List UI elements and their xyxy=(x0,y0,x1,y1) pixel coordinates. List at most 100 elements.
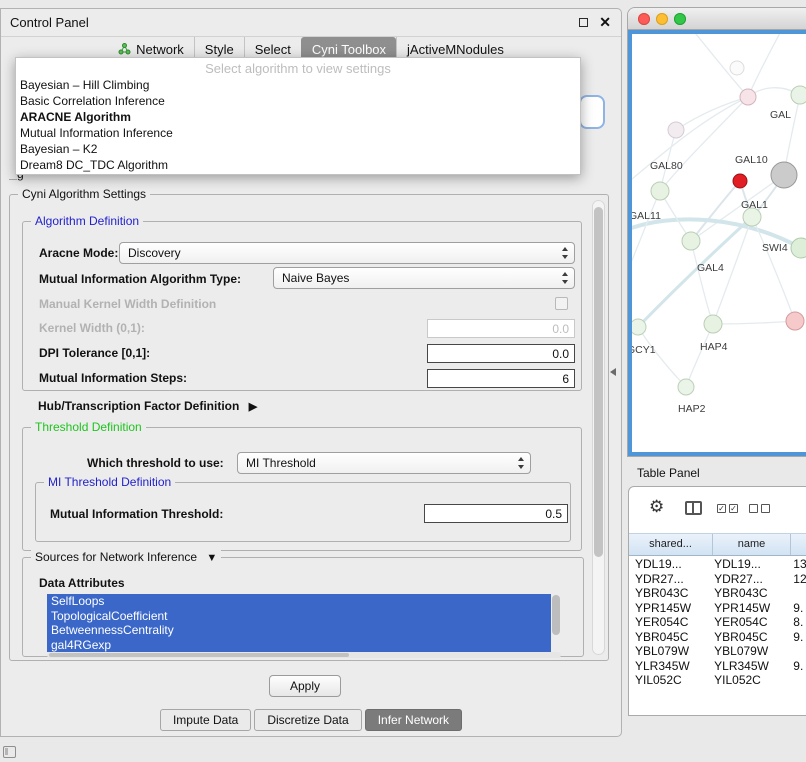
table-row[interactable]: YLR345WYLR345W9. xyxy=(629,659,806,674)
close-window-icon[interactable] xyxy=(638,13,650,25)
network-node[interactable] xyxy=(651,182,669,200)
table-cell: YDR27... xyxy=(712,572,789,587)
table-row[interactable]: YBR045CYBR045C9. xyxy=(629,630,806,645)
settings-scrollbar-thumb[interactable] xyxy=(594,207,603,557)
attribute-list-hscrollbar-thumb[interactable] xyxy=(49,653,349,657)
gear-icon[interactable]: ⚙ xyxy=(649,497,664,517)
network-svg: GALGAL80GAL10GAL11GAL1SWI4GAL4GCY1HAP4HA… xyxy=(632,34,806,452)
screen: Control Panel ✕ Network Style Select Cyn… xyxy=(0,0,806,762)
kernel-width-input[interactable] xyxy=(427,319,575,338)
attribute-list-item[interactable]: gal4RGexp xyxy=(47,638,561,653)
mi-algorithm-type-select[interactable]: Naive Bayes xyxy=(273,267,575,289)
algorithm-option[interactable]: ARACNE Algorithm xyxy=(16,109,580,125)
table-row[interactable]: YPR145WYPR145W9. xyxy=(629,601,806,616)
network-node[interactable] xyxy=(730,61,744,75)
checkbox-checked-icon: ✓ xyxy=(729,504,738,513)
hub-section-label: Hub/Transcription Factor Definition xyxy=(38,399,239,413)
close-icon[interactable]: ✕ xyxy=(599,14,611,31)
group-title: Threshold Definition xyxy=(31,420,146,434)
mi-threshold-input[interactable] xyxy=(424,504,568,523)
table-cell: YLR345W xyxy=(629,659,712,674)
attribute-list-item[interactable]: BetweennessCentrality xyxy=(47,623,561,638)
tab-impute-data[interactable]: Impute Data xyxy=(160,709,251,731)
unchecked-boxes-icon[interactable] xyxy=(749,504,770,513)
checked-boxes-icon[interactable]: ✓ ✓ xyxy=(717,504,738,513)
network-node[interactable] xyxy=(791,86,806,104)
network-node[interactable] xyxy=(771,162,797,188)
table-header: shared... name xyxy=(629,533,806,556)
zoom-window-icon[interactable] xyxy=(674,13,686,25)
table-cell: YBR043C xyxy=(712,586,789,601)
table-cell: YBL079W xyxy=(629,644,712,659)
hub-transcription-factor-section[interactable]: Hub/Transcription Factor Definition ▶ xyxy=(38,399,257,413)
table-cell: YBL079W xyxy=(712,644,789,659)
column-header-name[interactable]: name xyxy=(713,534,791,555)
tab-discretize-data[interactable]: Discretize Data xyxy=(254,709,361,731)
algorithm-option[interactable]: Bayesian – Hill Climbing xyxy=(16,77,580,93)
attribute-list-item[interactable]: SelfLoops xyxy=(47,594,561,609)
network-node[interactable] xyxy=(791,238,806,258)
tab-label: Select xyxy=(255,42,291,57)
table-row[interactable]: YBL079WYBL079W xyxy=(629,644,806,659)
apply-button[interactable]: Apply xyxy=(269,675,341,697)
network-node[interactable] xyxy=(733,174,747,188)
which-threshold-select[interactable]: MI Threshold xyxy=(237,452,531,474)
network-node-label: GAL80 xyxy=(650,160,683,172)
table-body: YDL19...YDL19...13YDR27...YDR27...12YBR0… xyxy=(629,557,806,715)
algorithm-option[interactable]: Mutual Information Inference xyxy=(16,125,580,141)
tab-infer-network[interactable]: Infer Network xyxy=(365,709,462,731)
spinner-up-icon xyxy=(562,247,568,251)
network-node[interactable] xyxy=(740,89,756,105)
attribute-list-scrollbar-thumb[interactable] xyxy=(552,595,560,635)
table-cell: YIL052C xyxy=(712,673,789,688)
attribute-list-scrollbar[interactable] xyxy=(551,594,561,652)
network-node[interactable] xyxy=(682,232,700,250)
mi-steps-input[interactable] xyxy=(427,369,575,388)
group-title: Cyni Algorithm Settings xyxy=(18,187,150,201)
network-node[interactable] xyxy=(704,315,722,333)
network-window-titlebar[interactable] xyxy=(628,8,806,30)
column-header-shared-name[interactable]: shared... xyxy=(629,534,713,555)
attribute-list-hscrollbar[interactable] xyxy=(47,652,561,658)
float-panel-icon[interactable] xyxy=(579,18,588,27)
dock-panel-icon[interactable] xyxy=(3,746,16,758)
table-row[interactable]: YDL19...YDL19...13 xyxy=(629,557,806,572)
algorithm-select-popup: Select algorithm to view settings Bayesi… xyxy=(15,57,581,175)
table-cell: YDL19... xyxy=(629,557,712,572)
group-title: Algorithm Definition xyxy=(31,214,143,228)
minimize-window-icon[interactable] xyxy=(656,13,668,25)
network-node[interactable] xyxy=(632,319,646,335)
spinner-up-icon xyxy=(562,272,568,276)
control-panel-window: Control Panel ✕ Network Style Select Cyn… xyxy=(0,8,622,737)
table-row[interactable]: YBR043CYBR043C xyxy=(629,586,806,601)
manual-kernel-width-checkbox[interactable] xyxy=(555,297,568,310)
aracne-mode-select[interactable]: Discovery xyxy=(119,242,575,264)
dpi-tolerance-input[interactable] xyxy=(427,344,575,363)
column-header-clipped[interactable] xyxy=(791,534,806,555)
kernel-width-label: Kernel Width (0,1): xyxy=(39,317,145,339)
mi-threshold-definition-group: MI Threshold Definition Mutual Informati… xyxy=(35,482,571,542)
columns-icon[interactable] xyxy=(685,501,702,515)
algorithm-option[interactable]: Dream8 DC_TDC Algorithm xyxy=(16,157,580,173)
settings-scrollbar[interactable] xyxy=(592,200,605,655)
table-cell xyxy=(789,673,806,688)
network-node[interactable] xyxy=(786,312,804,330)
network-node[interactable] xyxy=(668,122,684,138)
network-view-window: GALGAL80GAL10GAL11GAL1SWI4GAL4GCY1HAP4HA… xyxy=(628,8,806,456)
panel-title: Control Panel xyxy=(10,15,89,30)
table-row[interactable]: YIL052CYIL052C xyxy=(629,673,806,688)
network-node[interactable] xyxy=(678,379,694,395)
split-collapse-arrow[interactable] xyxy=(610,368,616,376)
checkbox-unchecked-icon xyxy=(761,504,770,513)
tab-label: Network xyxy=(136,42,184,57)
sources-group-title[interactable]: Sources for Network Inference ▼ xyxy=(31,550,221,564)
network-canvas[interactable]: GALGAL80GAL10GAL11GAL1SWI4GAL4GCY1HAP4HA… xyxy=(628,30,806,456)
bottom-tabbar: Impute Data Discretize Data Infer Networ… xyxy=(1,709,621,731)
network-node-label: HAP2 xyxy=(678,403,706,415)
attribute-list-item[interactable]: TopologicalCoefficient xyxy=(47,609,561,624)
algorithm-option[interactable]: Basic Correlation Inference xyxy=(16,93,580,109)
table-row[interactable]: YDR27...YDR27...12 xyxy=(629,572,806,587)
table-row[interactable]: YER054CYER054C8. xyxy=(629,615,806,630)
algorithm-option[interactable]: Bayesian – K2 xyxy=(16,141,580,157)
attribute-list[interactable]: SelfLoopsTopologicalCoefficientBetweenne… xyxy=(47,594,561,652)
